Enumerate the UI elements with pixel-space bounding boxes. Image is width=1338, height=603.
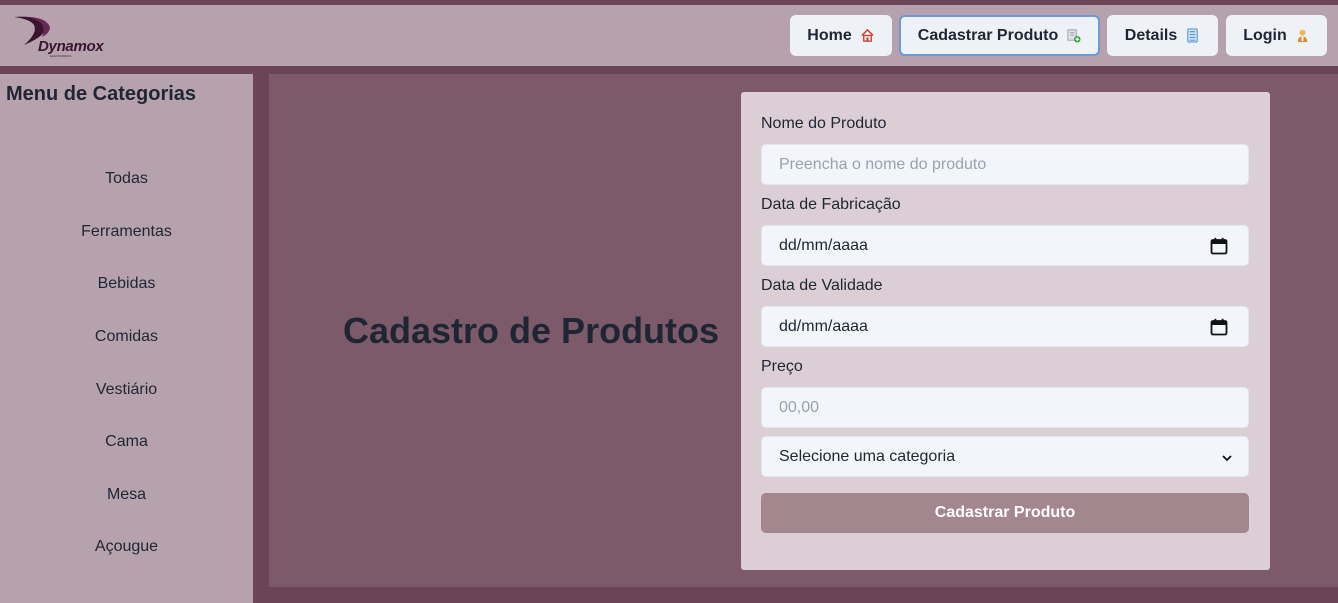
nav-details-button[interactable]: Details [1107,15,1218,56]
home-icon [861,28,874,42]
calendar-icon[interactable] [1210,318,1228,336]
dynamox-logo[interactable]: Dynamox ELECTRONICS [12,15,122,58]
manufacture-date-input[interactable]: dd/mm/aaaa [761,225,1249,266]
nav-cadastrar-button[interactable]: Cadastrar Produto [899,15,1100,56]
nav-home-label: Home [807,26,852,44]
nav-login-button[interactable]: Login [1226,15,1327,56]
nav-details-label: Details [1124,26,1178,44]
calendar-icon[interactable] [1210,237,1228,255]
category-select[interactable]: Selecione uma categoria [761,436,1249,477]
category-select-value: Selecione uma categoria [779,447,956,465]
product-name-label: Nome do Produto [761,115,887,132]
category-sidebar: Menu de Categorias Todas Ferramentas Beb… [0,74,253,603]
price-label: Preço [761,358,803,375]
product-name-input[interactable]: Preencha o nome do produto [761,144,1249,185]
logo-text: Dynamox [38,38,104,55]
chevron-down-icon [1222,455,1232,462]
nav-home-button[interactable]: Home [790,15,892,56]
list-icon [1187,28,1198,43]
product-form: Nome do Produto Preencha o nome do produ… [741,92,1270,570]
manufacture-date-value: dd/mm/aaaa [779,236,868,254]
category-item-mesa[interactable]: Mesa [0,486,253,504]
category-item-vestiario[interactable]: Vestiário [0,381,253,399]
logo-subtext: ELECTRONICS [50,54,72,58]
expiry-date-label: Data de Validade [761,277,883,294]
category-item-bebidas[interactable]: Bebidas [0,275,253,293]
manufacture-date-label: Data de Fabricação [761,196,901,213]
category-item-comidas[interactable]: Comidas [0,328,253,346]
category-item-acougue[interactable]: Açougue [0,538,253,556]
submit-button[interactable]: Cadastrar Produto [761,493,1249,533]
price-input[interactable]: 00,00 [761,387,1249,428]
category-item-cama[interactable]: Cama [0,433,253,451]
nav-cadastrar-label: Cadastrar Produto [917,26,1059,44]
category-item-todas[interactable]: Todas [0,170,253,188]
product-name-placeholder: Preencha o nome do produto [779,155,987,173]
sidebar-title: Menu de Categorias [6,83,197,105]
add-document-icon [1067,29,1081,43]
top-navbar: Dynamox ELECTRONICS Home Cadastrar Produ… [0,5,1338,66]
price-placeholder: 00,00 [779,398,820,416]
user-icon [1297,29,1307,43]
expiry-date-input[interactable]: dd/mm/aaaa [761,306,1249,347]
page-title: Cadastro de Produtos [343,310,720,351]
nav-login-label: Login [1243,26,1287,44]
expiry-date-value: dd/mm/aaaa [779,317,868,335]
category-item-ferramentas[interactable]: Ferramentas [0,223,253,241]
